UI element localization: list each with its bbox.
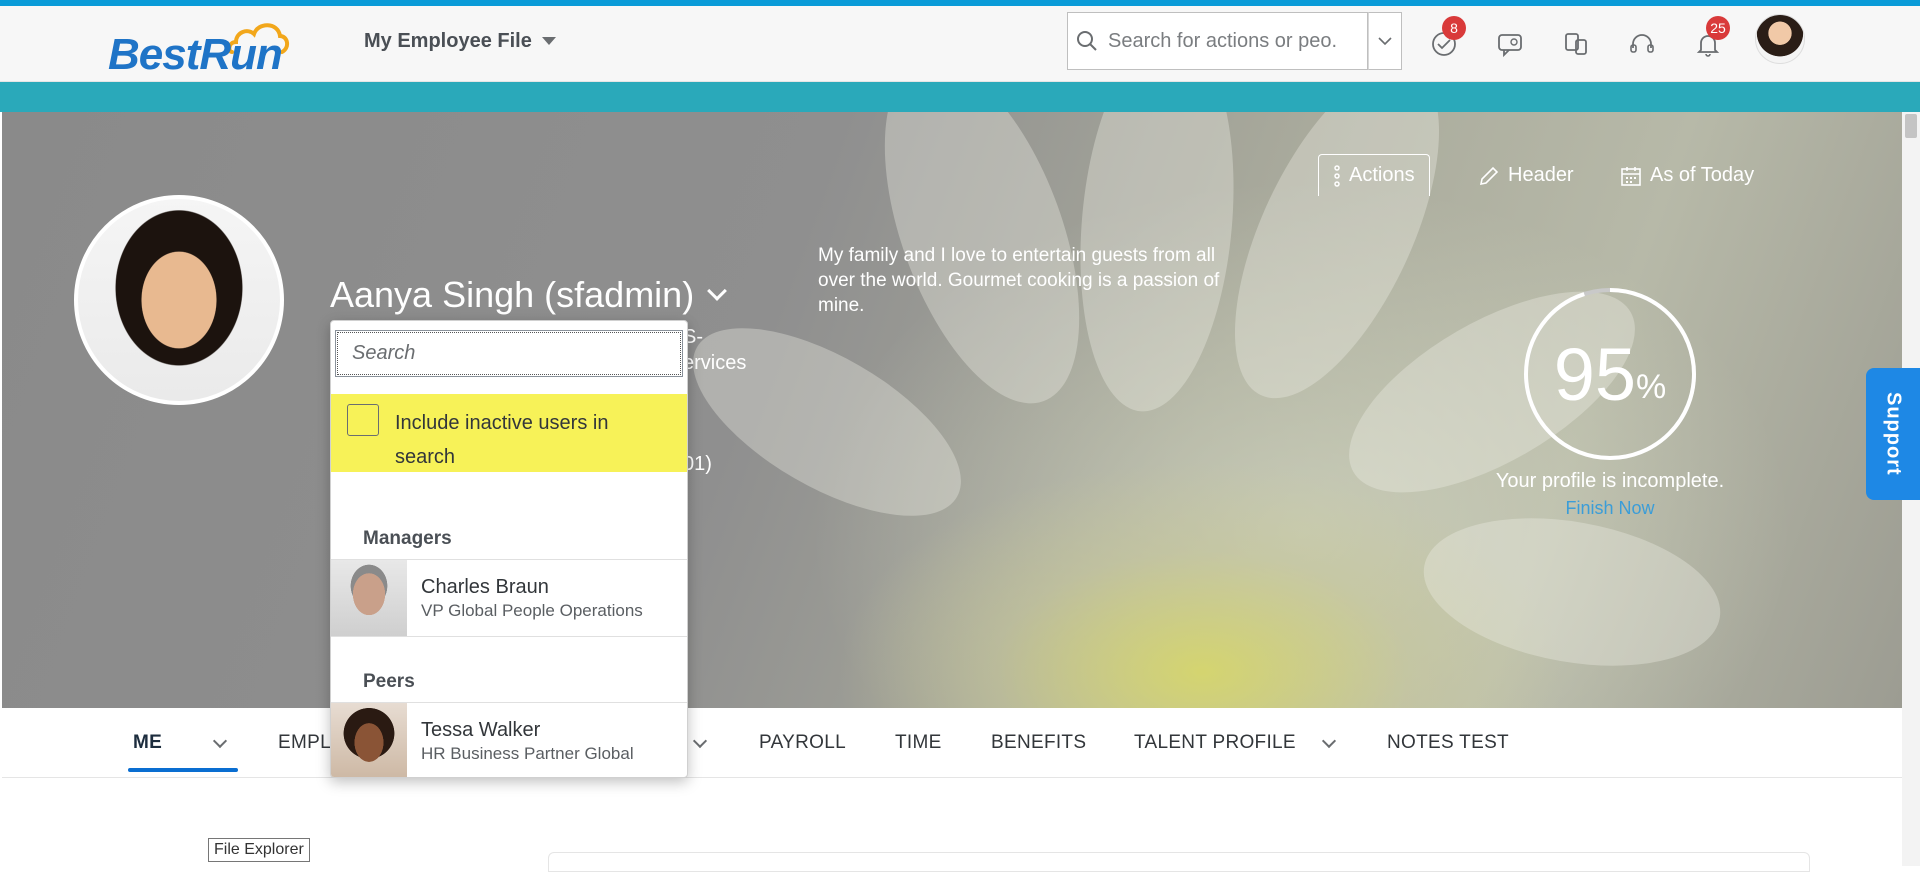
edit-header-button[interactable]: Header: [1478, 164, 1574, 187]
partially-hidden-text: ervices: [683, 352, 747, 374]
pencil-icon: [1479, 166, 1499, 185]
scrollbar-thumb[interactable]: [1905, 114, 1917, 138]
app-title: My Employee File: [364, 29, 532, 52]
actions-button[interactable]: Actions: [1318, 154, 1430, 196]
tab-notes-test[interactable]: NOTES TEST: [1387, 732, 1509, 754]
caret-down-icon: [541, 37, 556, 45]
people-button[interactable]: [1556, 26, 1596, 62]
support-tab[interactable]: Support: [1866, 368, 1920, 500]
teal-band: [0, 82, 1920, 112]
person-item[interactable]: Charles Braun VP Global People Operation…: [331, 560, 687, 636]
popover-search-input[interactable]: [336, 331, 682, 376]
notifications-button[interactable]: 25: [1688, 16, 1730, 62]
tab-talent-profile[interactable]: TALENT PROFILE: [1134, 732, 1296, 754]
person-name: Charles Braun: [421, 575, 549, 598]
divider: [331, 636, 687, 637]
tab-benefits[interactable]: BENEFITS: [991, 732, 1086, 754]
include-inactive-option[interactable]: Include inactive users in search: [331, 394, 687, 472]
employee-name: Aanya Singh (sfadmin): [330, 274, 695, 315]
chevron-down-icon[interactable]: [212, 733, 228, 749]
as-of-date-label: As of Today: [1650, 164, 1755, 186]
completion-caption: Your profile is incomplete.: [1495, 470, 1725, 492]
global-search[interactable]: [1067, 12, 1368, 70]
support-label: Support: [1882, 392, 1905, 476]
tooltip: File Explorer: [208, 838, 310, 862]
section-tab-bar: ME EMPL PAYROLL TIME BENEFITS TALENT PRO…: [2, 708, 1902, 778]
app-title-menu[interactable]: My Employee File: [364, 26, 556, 56]
todo-badge: 8: [1442, 16, 1466, 40]
active-tab-indicator: [128, 768, 238, 772]
chevron-down-icon[interactable]: [692, 733, 708, 749]
chevron-down-icon[interactable]: [1321, 733, 1337, 749]
header-label: Header: [1508, 164, 1574, 186]
notifications-badge: 25: [1706, 16, 1730, 40]
chat-button[interactable]: [1490, 26, 1530, 62]
tab-payroll[interactable]: PAYROLL: [759, 732, 846, 754]
company-logo[interactable]: BestRun: [108, 18, 328, 79]
person-role: HR Business Partner Global: [421, 743, 634, 763]
shell-bar: BestRun My Employee File 8: [0, 6, 1920, 82]
group-header-peers: Peers: [363, 671, 415, 692]
profile-photo[interactable]: [74, 195, 284, 405]
search-scope-dropdown[interactable]: [1368, 12, 1402, 70]
employee-name-switcher[interactable]: Aanya Singh (sfadmin): [330, 274, 728, 316]
popover-search-field[interactable]: [335, 330, 683, 377]
percent-sign: %: [1636, 367, 1667, 406]
person-photo: [331, 560, 407, 636]
person-name: Tessa Walker: [421, 718, 541, 741]
chat-icon: [1498, 34, 1522, 58]
include-inactive-label: Include inactive users in search: [395, 412, 609, 468]
logo-text: BestRun: [108, 30, 283, 79]
as-of-date-button[interactable]: As of Today: [1620, 164, 1754, 187]
todo-button[interactable]: 8: [1424, 16, 1466, 62]
person-role: VP Global People Operations: [421, 600, 643, 620]
org-chart-icon: [1565, 33, 1587, 55]
finish-now-link[interactable]: Finish Now: [1480, 498, 1740, 519]
flower-petal: [1412, 497, 1732, 687]
chevron-down-icon: [1378, 37, 1392, 46]
tab-employment[interactable]: EMPL: [278, 732, 331, 754]
tab-me[interactable]: ME: [133, 732, 162, 754]
profile-completion-ring: 95 %: [1522, 286, 1698, 462]
global-search-input[interactable]: [1108, 29, 1338, 53]
employee-switcher-popover: Include inactive users in search Manager…: [330, 320, 688, 778]
profile-bio: My family and I love to entertain guests…: [818, 245, 1220, 316]
help-button[interactable]: [1622, 26, 1662, 62]
search-icon: [1077, 31, 1097, 51]
person-photo: [331, 703, 407, 777]
content-card: [548, 852, 1810, 872]
person-item[interactable]: Tessa Walker HR Business Partner Global: [331, 703, 687, 777]
actions-label: Actions: [1349, 164, 1415, 186]
tab-time[interactable]: TIME: [895, 732, 942, 754]
headset-icon: [1630, 34, 1654, 53]
more-vertical-icon: [1334, 164, 1340, 187]
chevron-down-icon[interactable]: [707, 281, 728, 301]
completion-percent: 95: [1553, 332, 1637, 416]
group-header-managers: Managers: [363, 528, 452, 549]
user-avatar[interactable]: [1755, 14, 1805, 64]
calendar-icon: [1621, 166, 1641, 186]
include-inactive-checkbox[interactable]: [347, 404, 379, 436]
